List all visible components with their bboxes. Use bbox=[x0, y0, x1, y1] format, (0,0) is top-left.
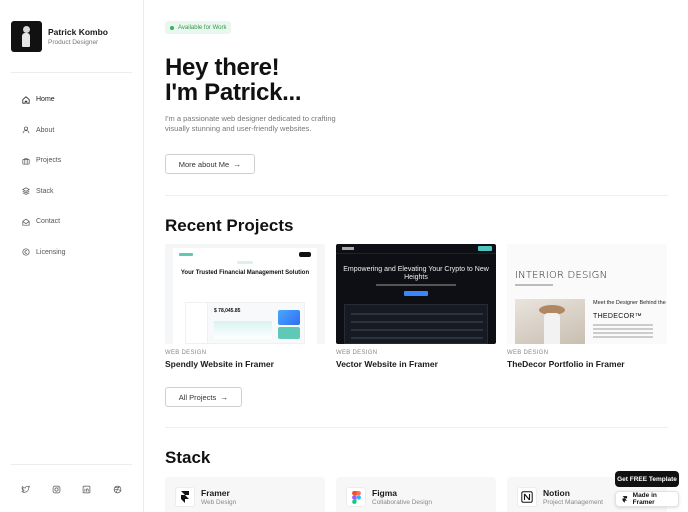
layers-icon bbox=[22, 187, 30, 195]
title-line-2: I'm Patrick... bbox=[165, 79, 302, 106]
user-icon bbox=[22, 126, 30, 134]
stack-name: Framer bbox=[201, 488, 230, 498]
sidebar-item-about[interactable]: About bbox=[22, 125, 66, 136]
social-links bbox=[21, 485, 143, 494]
notion-icon bbox=[517, 487, 537, 507]
thumb-brand: THEDECOR™ bbox=[593, 313, 642, 320]
project-card-thedecor[interactable]: INTERIOR DESIGN Meet the Designer Behind… bbox=[507, 244, 667, 369]
thumb-headline: Empowering and Elevating Your Crypto to … bbox=[343, 266, 489, 281]
sidebar-item-label: About bbox=[36, 126, 55, 134]
status-dot-icon bbox=[170, 25, 174, 30]
made-in-framer-button[interactable]: Made in Framer bbox=[615, 491, 679, 507]
sidebar-divider bbox=[11, 464, 132, 465]
sidebar-item-label: Home bbox=[36, 96, 55, 103]
thumb-figure: $ 78,045.85 bbox=[214, 308, 241, 314]
framer-icon bbox=[622, 495, 628, 503]
arrow-right-icon: → bbox=[233, 159, 242, 169]
get-free-template-button[interactable]: Get FREE Template bbox=[615, 471, 679, 487]
framer-icon bbox=[175, 487, 195, 507]
sidebar-item-label: Licensing bbox=[36, 248, 66, 256]
project-card-spendly[interactable]: Your Trusted Financial Management Soluti… bbox=[165, 244, 325, 369]
stack-desc: Project Management bbox=[543, 499, 603, 506]
sidebar-divider bbox=[11, 72, 132, 73]
sidebar-nav: Home About Projects Stack Contact Licens… bbox=[22, 94, 66, 277]
avatar bbox=[11, 21, 42, 52]
stack-title: Stack bbox=[165, 448, 211, 467]
thumb-meet: Meet the Designer Behind the bbox=[593, 300, 666, 306]
sidebar: Patrick Kombo Product Designer Home Abou… bbox=[0, 0, 144, 512]
dribbble-icon[interactable] bbox=[113, 485, 122, 494]
button-label: All Projects bbox=[178, 392, 217, 402]
twitter-icon[interactable] bbox=[21, 485, 30, 494]
profile-block[interactable]: Patrick Kombo Product Designer bbox=[11, 21, 108, 52]
availability-badge: Available for Work bbox=[165, 21, 232, 34]
figma-icon bbox=[346, 487, 366, 507]
all-projects-button[interactable]: All Projects → bbox=[165, 387, 242, 407]
linkedin-icon[interactable] bbox=[82, 485, 91, 494]
project-thumbnail: INTERIOR DESIGN Meet the Designer Behind… bbox=[507, 244, 667, 344]
mail-open-icon bbox=[22, 218, 30, 226]
project-category: WEB DESIGN bbox=[165, 350, 207, 356]
profile-name: Patrick Kombo bbox=[48, 26, 108, 37]
arrow-right-icon: → bbox=[220, 392, 229, 402]
project-card-vector[interactable]: Empowering and Elevating Your Crypto to … bbox=[336, 244, 496, 369]
project-thumbnail: Your Trusted Financial Management Soluti… bbox=[165, 244, 325, 344]
hero-subtitle: I'm a passionate web designer dedicated … bbox=[165, 114, 336, 133]
sidebar-item-label: Projects bbox=[36, 157, 62, 164]
stack-desc: Web Design bbox=[201, 499, 237, 506]
section-divider bbox=[165, 195, 668, 196]
home-icon bbox=[22, 95, 30, 104]
copyright-icon bbox=[22, 248, 30, 256]
sidebar-item-label: Contact bbox=[36, 218, 61, 225]
more-about-me-button[interactable]: More about Me → bbox=[165, 154, 255, 174]
instagram-icon[interactable] bbox=[52, 485, 61, 494]
sidebar-item-home[interactable]: Home bbox=[22, 94, 66, 105]
stack-desc: Collaborative Design bbox=[372, 499, 432, 506]
button-label: Made in Framer bbox=[632, 492, 657, 506]
thumb-headline: INTERIOR DESIGN bbox=[515, 270, 608, 281]
sidebar-item-contact[interactable]: Contact bbox=[22, 216, 66, 227]
project-category: WEB DESIGN bbox=[336, 350, 378, 356]
stack-name: Figma bbox=[372, 488, 398, 498]
stack-card-framer[interactable]: Framer Web Design bbox=[165, 477, 325, 512]
title-line-1: Hey there! bbox=[165, 54, 280, 81]
section-divider bbox=[165, 427, 668, 428]
thumb-headline: Your Trusted Financial Management Soluti… bbox=[180, 270, 310, 276]
sidebar-item-projects[interactable]: Projects bbox=[22, 155, 66, 166]
stack-card-figma[interactable]: Figma Collaborative Design bbox=[336, 477, 496, 512]
stack-name: Notion bbox=[543, 488, 570, 498]
profile-role: Product Designer bbox=[48, 38, 99, 46]
sidebar-item-label: Stack bbox=[36, 187, 54, 195]
sidebar-item-stack[interactable]: Stack bbox=[22, 186, 66, 197]
project-category: WEB DESIGN bbox=[507, 350, 549, 356]
project-name: Spendly Website in Framer bbox=[165, 359, 274, 369]
badge-label: Available for Work bbox=[178, 24, 227, 31]
project-name: Vector Website in Framer bbox=[336, 359, 438, 369]
briefcase-icon bbox=[22, 157, 30, 165]
recent-projects-title: Recent Projects bbox=[165, 216, 294, 235]
project-thumbnail: Empowering and Elevating Your Crypto to … bbox=[336, 244, 496, 344]
button-label: More about Me bbox=[178, 159, 230, 169]
page-title: Hey there! I'm Patrick... bbox=[165, 54, 302, 106]
project-name: TheDecor Portfolio in Framer bbox=[507, 359, 625, 369]
sidebar-item-licensing[interactable]: Licensing bbox=[22, 247, 66, 258]
